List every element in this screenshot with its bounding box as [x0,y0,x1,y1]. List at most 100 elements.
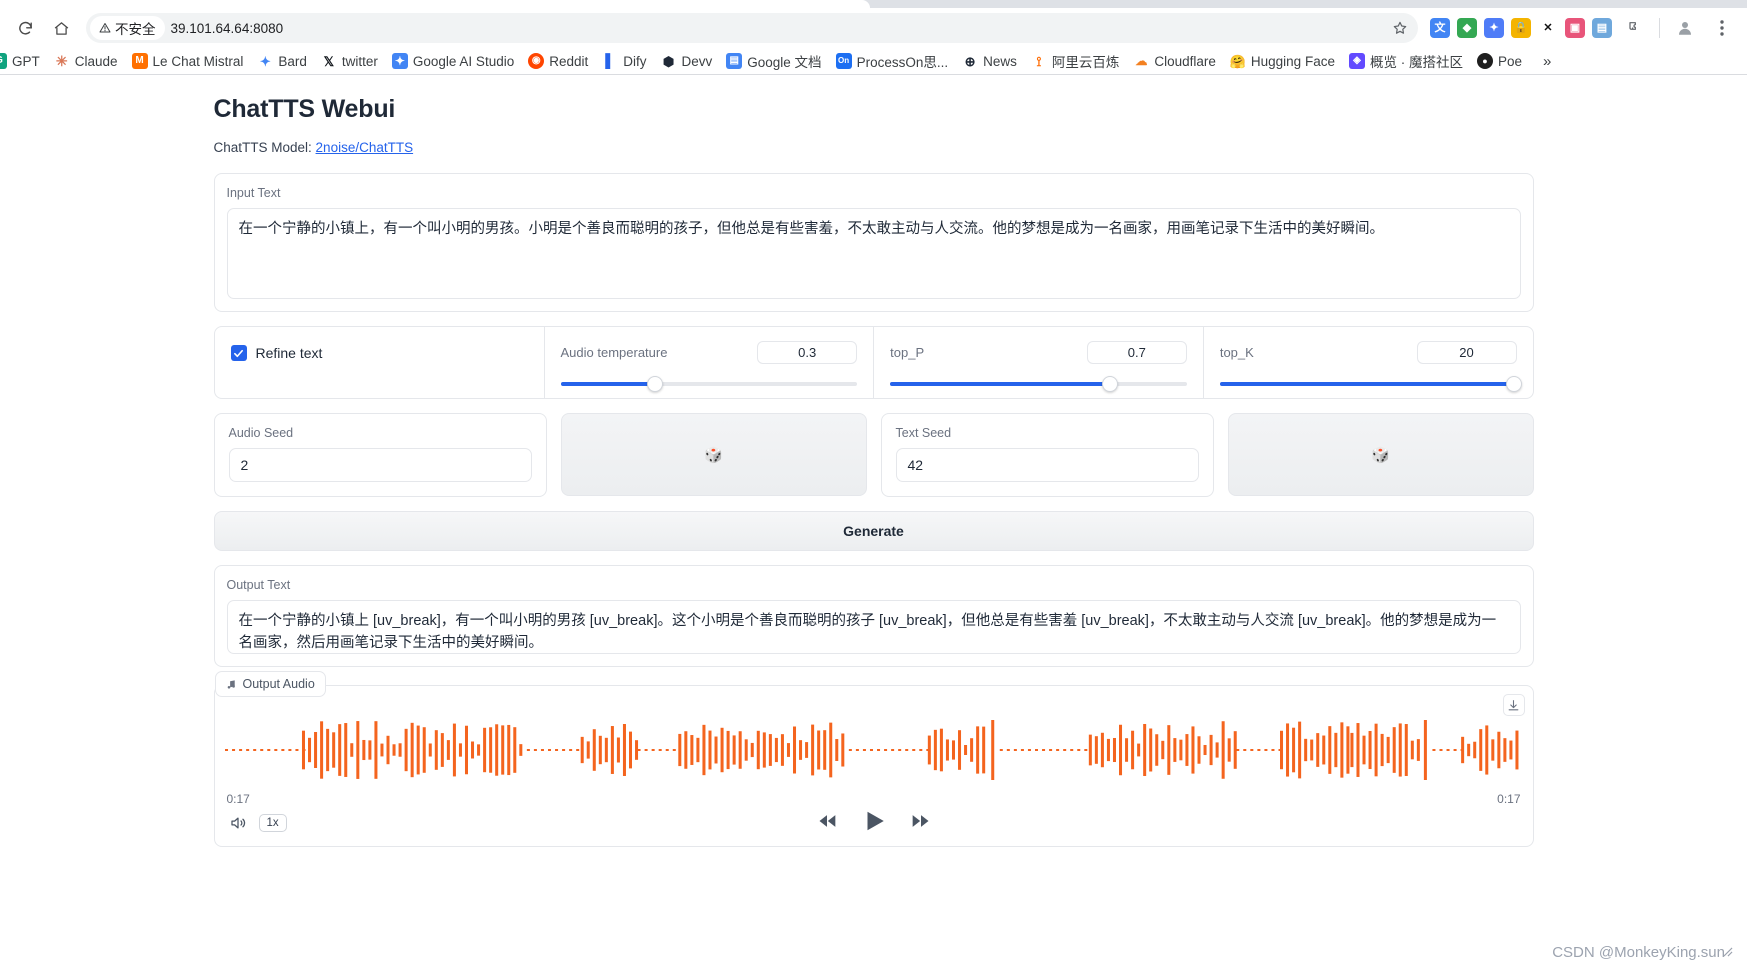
slider-thumb[interactable] [647,376,664,392]
top-p-slider[interactable] [890,376,1187,392]
audio-transport-controls [815,808,933,839]
browser-toolbar: 不安全 39.101.64.64:8080 文 ◆ ✦ 🔒 ✕ ▣ ▤ [0,8,1747,48]
text-seed-input[interactable]: 42 [895,448,1199,482]
music-note-icon [227,679,235,689]
security-status-chip[interactable]: 不安全 [90,16,165,40]
bookmarks-bar: G GPT ✳ Claude M Le Chat Mistral ✦ Bard … [0,48,1747,74]
watermark: CSDN @MonkeyKing.sun [1552,944,1725,961]
slider-fill [1219,382,1514,386]
bookmark-devv[interactable]: ⬢ Devv [654,50,720,72]
shield-extension-icon[interactable]: ✦ [1484,18,1504,38]
model-link[interactable]: 2noise/ChatTTS [316,140,414,155]
bookmark-star-icon[interactable] [1388,16,1412,40]
bookmark-hugging-face[interactable]: 🤗 Hugging Face [1223,50,1342,72]
bookmark-label: Claude [74,53,118,69]
bookmark-label: GPT [12,53,40,69]
bookmark-aliyun-bailian[interactable]: ⟟ 阿里云百炼 [1024,48,1127,74]
slider-thumb[interactable] [1505,376,1522,392]
bookmark-news[interactable]: ⊕ News [955,50,1024,72]
generate-button[interactable]: Generate [213,511,1534,551]
audio-temperature-slider[interactable] [560,376,858,392]
refine-text-checkbox-wrap[interactable]: Refine text [230,345,323,361]
bookmark-label: Le Chat Mistral [152,53,244,69]
waveform-svg [224,720,1518,780]
bookmark-label: Google AI Studio [412,53,515,69]
lock-extension-icon[interactable]: 🔒 [1511,18,1531,38]
bookmark-label: Devv [681,53,713,69]
audio-waveform[interactable] [224,714,1523,786]
top-p-label: top_P [890,345,925,360]
refine-text-label: Refine text [255,345,323,361]
bookmark-twitter[interactable]: 𝕏 twitter [314,50,385,72]
x-extension-icon[interactable]: ✕ [1538,18,1558,38]
fast-forward-icon[interactable] [909,811,933,836]
rewind-icon[interactable] [815,811,839,836]
bookmark-label: 阿里云百炼 [1051,55,1120,70]
bookmark-gpt[interactable]: G GPT [0,50,47,72]
bookmark-cloudflare[interactable]: ☁ Cloudflare [1126,50,1223,72]
url-text: 39.101.64.64:8080 [170,20,284,36]
bookmark-poe[interactable]: ● Poe [1470,50,1529,72]
bookmarks-overflow-button[interactable]: » [1535,53,1559,70]
bookmark-google-docs[interactable]: ▤ Google 文档 [719,48,828,74]
bookmark-processon[interactable]: On ProcessOn思... [829,48,956,74]
audio-time-start: 0:17 [226,792,250,806]
output-audio-tab[interactable]: Output Audio [214,671,326,697]
slider-fill [890,382,1110,386]
bookmark-modelscope[interactable]: ◈ 概览 · 魔搭社区 [1342,48,1470,74]
top-k-head: top_K 20 [1220,341,1517,364]
top-k-slider[interactable] [1219,376,1522,392]
slider-thumb[interactable] [1101,376,1118,392]
bookmark-le-chat-mistral[interactable]: M Le Chat Mistral [125,50,251,72]
bookmark-label: Reddit [549,53,589,69]
text-seed-dice-button[interactable]: 🎲 [1228,413,1534,496]
audio-seed-dice-button[interactable]: 🎲 [561,413,867,496]
reload-icon[interactable] [10,13,40,43]
bookmark-label: Google 文档 [747,55,822,70]
top-p-head: top_P 0.7 [890,341,1187,364]
seed-row: Audio Seed 2 🎲 Text Seed 42 🎲 [213,413,1534,497]
audio-temperature-cell: Audio temperature 0.3 [545,327,875,398]
bookmark-reddit[interactable]: ◉ Reddit [521,50,595,72]
bookmark-label: twitter [341,53,378,69]
playback-speed-badge[interactable]: 1x [258,814,287,832]
green-extension-icon[interactable]: ◆ [1457,18,1477,38]
play-icon[interactable] [861,808,887,839]
notes-extension-icon[interactable]: ▤ [1592,18,1612,38]
bookmark-label: ProcessOn思... [856,55,949,70]
reddit-icon: ◉ [528,53,545,69]
audio-seed-input[interactable]: 2 [228,448,532,482]
bookmark-google-ai-studio[interactable]: ✦ Google AI Studio [385,50,521,72]
audio-temperature-value[interactable]: 0.3 [757,341,858,364]
home-icon[interactable] [46,13,76,43]
puzzle-extension-icon[interactable] [1619,13,1649,43]
address-bar[interactable]: 不安全 39.101.64.64:8080 [86,13,1418,43]
audio-time-row: 0:17 0:17 [215,786,1533,806]
bookmark-dify[interactable]: ▌ Dify [595,50,653,72]
browser-menu-icon[interactable] [1707,13,1737,43]
bookmark-label: Cloudflare [1154,53,1216,69]
slider-fill [560,382,656,386]
profile-avatar-icon[interactable] [1670,13,1700,43]
gradio-app: ChatTTS Webui ChatTTS Model: 2noise/Chat… [0,75,1747,971]
model-prefix-label: ChatTTS Model: [213,140,316,155]
download-icon[interactable] [1502,694,1525,716]
top-k-value[interactable]: 20 [1416,341,1517,364]
security-status-label: 不安全 [115,22,156,37]
tab-strip[interactable] [0,0,1747,8]
output-text-textarea[interactable]: 在一个宁静的小镇上 [uv_break]，有一个叫小明的男孩 [uv_break… [226,600,1521,654]
audio-temperature-label: Audio temperature [560,345,668,360]
claude-icon: ✳ [53,53,70,69]
gpt-icon: G [0,53,7,69]
bookmark-bard[interactable]: ✦ Bard [250,50,314,72]
google-docs-icon: ▤ [726,53,743,69]
top-p-value[interactable]: 0.7 [1086,341,1187,364]
input-text-textarea[interactable]: 在一个宁静的小镇上，有一个叫小明的男孩。小明是个善良而聪明的孩子，但他总是有些害… [226,208,1521,299]
bookmark-claude[interactable]: ✳ Claude [47,50,125,72]
refine-text-checkbox[interactable] [230,345,247,361]
volume-icon[interactable] [229,814,247,832]
image-extension-icon[interactable]: ▣ [1565,18,1585,38]
extensions-row: 文 ◆ ✦ 🔒 ✕ ▣ ▤ [1424,13,1737,43]
text-seed-panel: Text Seed 42 [880,413,1214,497]
translate-extension-icon[interactable]: 文 [1430,18,1450,38]
